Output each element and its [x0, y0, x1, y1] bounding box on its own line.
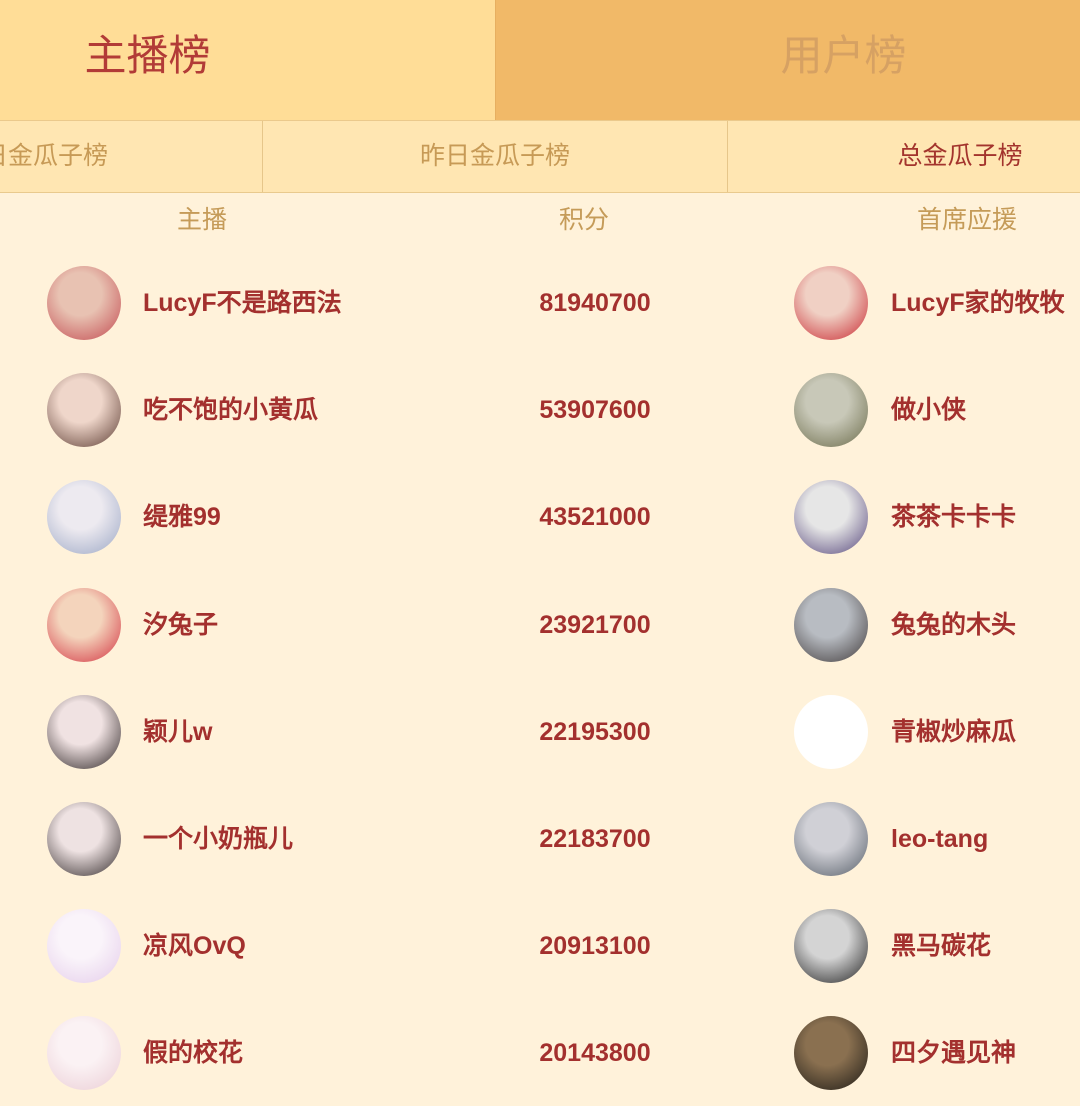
- streamer-name[interactable]: 假的校花: [143, 1000, 243, 1106]
- streamer-avatar[interactable]: [47, 480, 121, 554]
- streamer-avatar[interactable]: [47, 588, 121, 662]
- supporter-avatar[interactable]: [794, 1016, 868, 1090]
- score-value: 22183700: [539, 825, 651, 853]
- streamer-avatar[interactable]: [47, 1016, 121, 1090]
- supporter-name[interactable]: 四夕遇见神: [891, 1000, 1016, 1106]
- ranking-row[interactable]: 凉风OvQ 20913100 黑马碳花: [0, 893, 1080, 999]
- supporter-avatar[interactable]: [794, 480, 868, 554]
- column-header-top-supporter: 首席应援: [916, 206, 1017, 234]
- streamer-name[interactable]: LucyF不是路西法: [143, 250, 342, 356]
- streamer-avatar[interactable]: [47, 266, 121, 340]
- streamer-avatar[interactable]: [47, 373, 121, 447]
- supporter-avatar[interactable]: [794, 909, 868, 983]
- column-header-streamer: 主播: [176, 206, 227, 234]
- streamer-name[interactable]: 汐兔子: [143, 572, 218, 678]
- subtab-label: 日金瓜子榜: [0, 142, 109, 170]
- ranking-row[interactable]: LucyF不是路西法 81940700 LucyF家的牧牧: [0, 250, 1080, 356]
- streamer-avatar[interactable]: [47, 802, 121, 876]
- supporter-avatar[interactable]: [794, 266, 868, 340]
- score-value: 20143800: [539, 1039, 651, 1067]
- ranking-row[interactable]: 假的校花 20143800 四夕遇见神: [0, 1000, 1080, 1106]
- streamer-name[interactable]: 缇雅99: [143, 464, 221, 570]
- subtab-total-melon-seeds[interactable]: 总金瓜子榜: [728, 121, 1080, 192]
- supporter-name[interactable]: leo-tang: [891, 786, 988, 892]
- ranking-row[interactable]: 颖儿w 22195300 青椒炒麻瓜: [0, 679, 1080, 785]
- streamer-name[interactable]: 吃不饱的小黄瓜: [143, 357, 318, 463]
- supporter-avatar[interactable]: [794, 373, 868, 447]
- sub-tab-bar: 日金瓜子榜 昨日金瓜子榜 总金瓜子榜: [0, 121, 1080, 193]
- streamer-avatar[interactable]: [47, 695, 121, 769]
- score-value: 43521000: [539, 503, 651, 531]
- tab-streamer-ranking[interactable]: 主播榜: [0, 0, 495, 120]
- top-tab-bar: 主播榜 用户榜: [0, 0, 1080, 121]
- tab-user-ranking[interactable]: 用户榜: [495, 0, 1080, 120]
- streamer-name[interactable]: 颖儿w: [143, 679, 212, 785]
- ranking-row[interactable]: 吃不饱的小黄瓜 53907600 做小侠: [0, 357, 1080, 463]
- supporter-name[interactable]: 茶茶卡卡卡: [891, 464, 1016, 570]
- streamer-name[interactable]: 一个小奶瓶儿: [143, 786, 293, 892]
- subtab-yesterday-melon-seeds[interactable]: 昨日金瓜子榜: [263, 121, 728, 192]
- supporter-avatar[interactable]: [794, 802, 868, 876]
- ranking-row[interactable]: 汐兔子 23921700 兔兔的木头: [0, 572, 1080, 678]
- ranking-row[interactable]: 缇雅99 43521000 茶茶卡卡卡: [0, 464, 1080, 570]
- supporter-name[interactable]: LucyF家的牧牧: [891, 250, 1065, 356]
- score-value: 22195300: [539, 718, 651, 746]
- score-value: 23921700: [539, 611, 651, 639]
- supporter-avatar[interactable]: [794, 695, 868, 769]
- streamer-avatar[interactable]: [47, 909, 121, 983]
- supporter-name[interactable]: 青椒炒麻瓜: [891, 679, 1016, 785]
- ranking-row[interactable]: 一个小奶瓶儿 22183700 leo-tang: [0, 786, 1080, 892]
- supporter-avatar[interactable]: [794, 588, 868, 662]
- score-value: 53907600: [539, 396, 651, 424]
- score-value: 81940700: [539, 289, 651, 317]
- supporter-name[interactable]: 兔兔的木头: [891, 572, 1016, 678]
- column-header-score: 积分: [558, 206, 609, 234]
- streamer-name[interactable]: 凉风OvQ: [143, 893, 246, 999]
- supporter-name[interactable]: 黑马碳花: [891, 893, 991, 999]
- subtab-label: 总金瓜子榜: [897, 142, 1023, 170]
- supporter-name[interactable]: 做小侠: [891, 357, 966, 463]
- score-value: 20913100: [539, 932, 651, 960]
- subtab-today-melon-seeds[interactable]: 日金瓜子榜: [0, 121, 263, 192]
